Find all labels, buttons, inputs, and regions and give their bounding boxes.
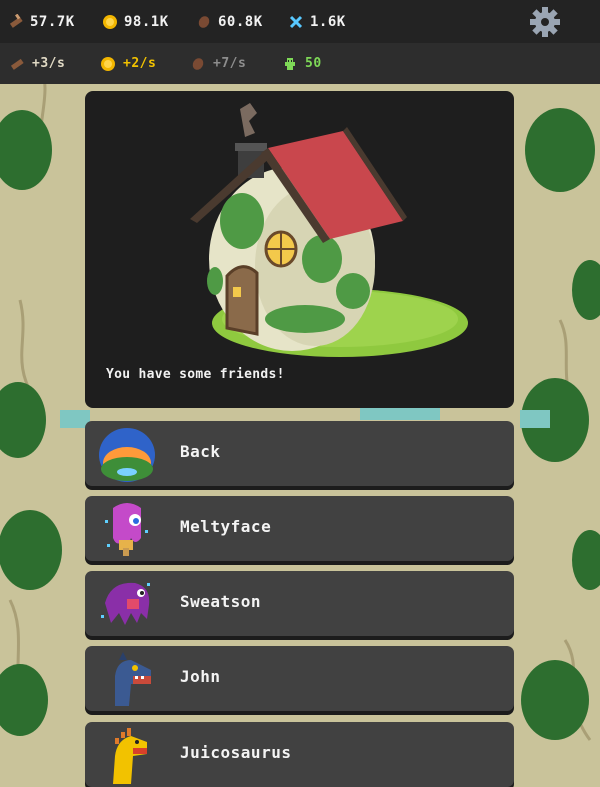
- wood-count: 57.7K: [30, 13, 75, 30]
- list-item-meltyface[interactable]: Meltyface: [85, 496, 514, 561]
- wood-counter: 57.7K: [8, 0, 75, 43]
- wood-log-icon: [9, 13, 23, 28]
- meat-icon: [198, 15, 210, 28]
- list-item-label: Back: [180, 442, 221, 461]
- meat-count: 60.8K: [218, 13, 263, 30]
- egg-house-illustration: [190, 103, 468, 357]
- settings-gear-icon[interactable]: [528, 5, 562, 39]
- juicosaurus-avatar-icon: [113, 728, 147, 784]
- list-item-label: Sweatson: [180, 592, 262, 611]
- gold-coin-icon: [103, 14, 117, 29]
- resource-bar: 57.7K 98.1K 60.8K 1.6K: [0, 0, 600, 43]
- meat-counter: 60.8K: [196, 0, 263, 43]
- list-item-john[interactable]: John: [85, 646, 514, 711]
- meat-rate-value: +7/s: [213, 56, 247, 71]
- crystal-icon: [289, 15, 303, 28]
- gold-count: 98.1K: [124, 13, 169, 30]
- panel-message: You have some friends!: [106, 367, 285, 382]
- list-item-label: Meltyface: [180, 517, 272, 536]
- meltyface-avatar-icon: [105, 503, 148, 556]
- rate-bar: +3/s +2/s +7/s 50: [0, 43, 600, 84]
- crystal-counter: 1.6K: [288, 0, 346, 43]
- landscape-icon: [99, 428, 155, 482]
- population-creature-icon: [285, 57, 295, 70]
- population-value: 50: [305, 56, 322, 71]
- wood-log-icon: [10, 58, 24, 70]
- list-item-back[interactable]: Back: [85, 421, 514, 486]
- meat-rate: +7/s: [190, 43, 246, 84]
- gold-rate: +2/s: [100, 43, 156, 84]
- gold-counter: 98.1K: [102, 0, 169, 43]
- john-avatar-icon: [115, 652, 151, 706]
- wood-rate: +3/s: [9, 43, 65, 84]
- crystal-count: 1.6K: [310, 13, 346, 30]
- list-item-label: John: [180, 667, 221, 686]
- list-item-juicosaurus[interactable]: Juicosaurus: [85, 722, 514, 787]
- sweatson-avatar-icon: [101, 582, 150, 625]
- gold-rate-value: +2/s: [123, 56, 157, 71]
- friends-house-panel: You have some friends!: [85, 91, 514, 408]
- wood-rate-value: +3/s: [32, 56, 66, 71]
- list-item-label: Juicosaurus: [180, 743, 292, 762]
- meat-icon: [192, 57, 204, 70]
- list-item-sweatson[interactable]: Sweatson: [85, 571, 514, 636]
- population-rate: 50: [282, 43, 322, 84]
- gold-coin-icon: [101, 56, 115, 71]
